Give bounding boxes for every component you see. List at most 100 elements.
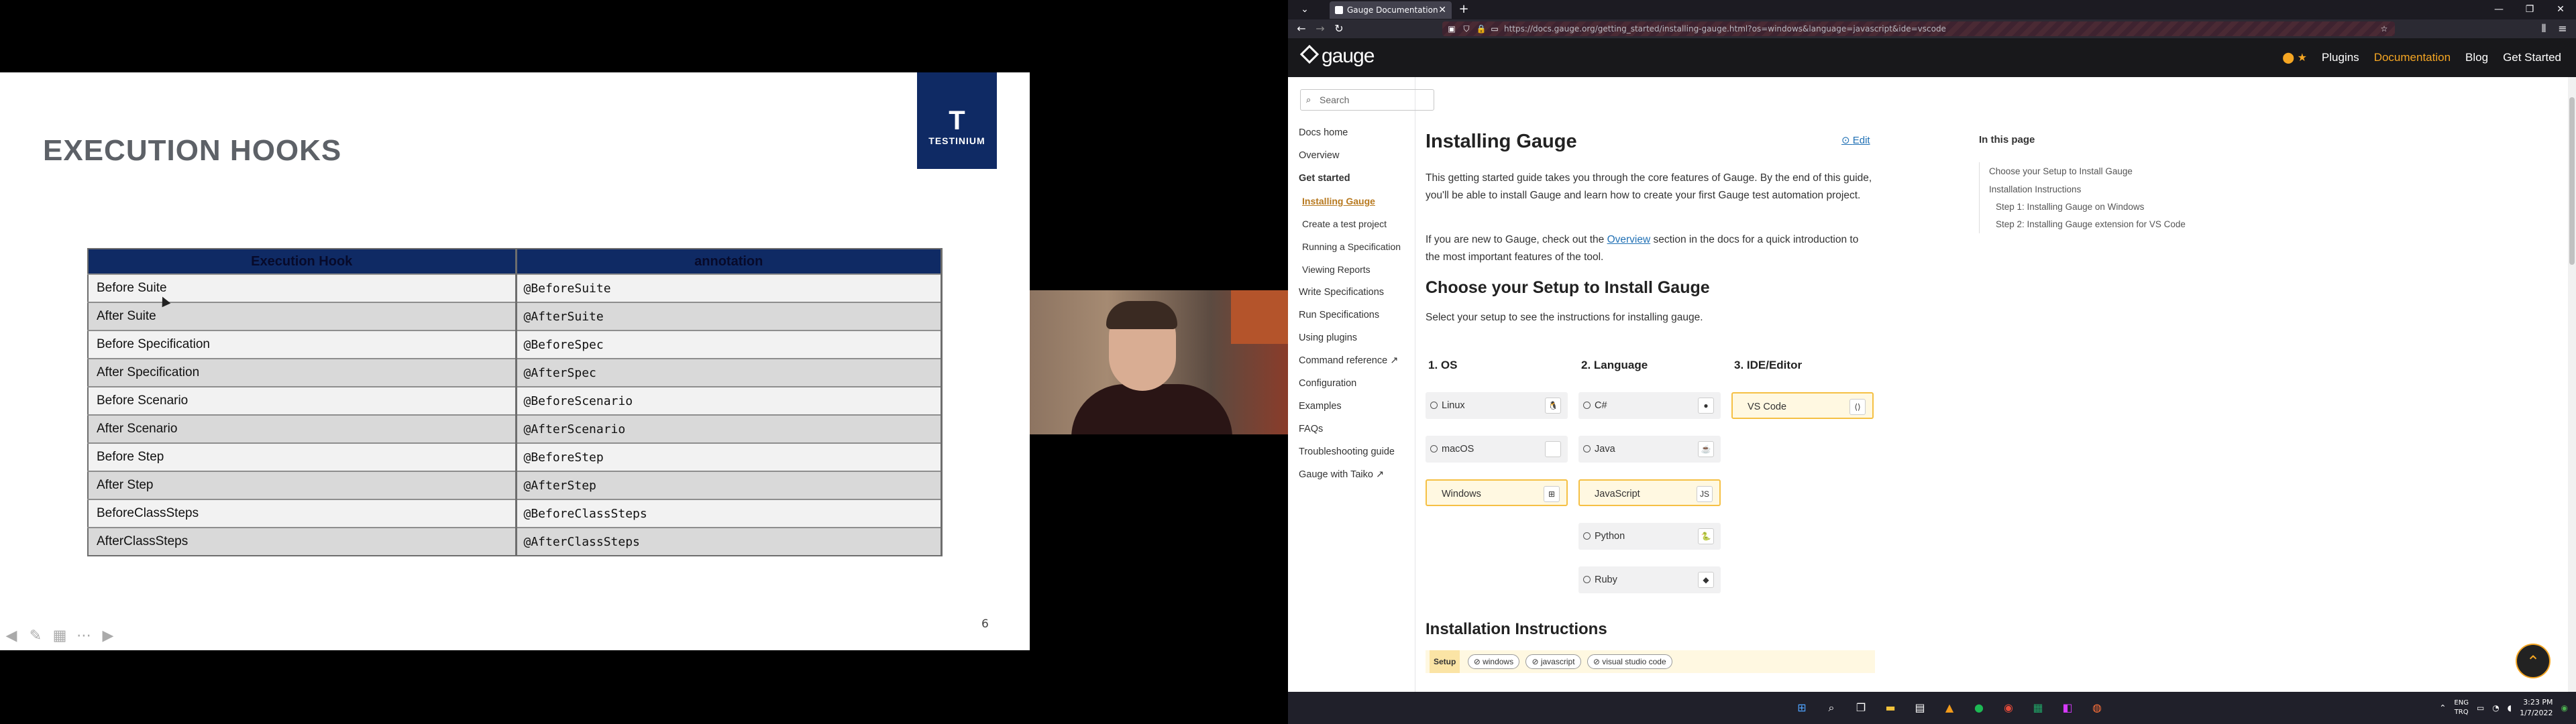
forward-icon[interactable]: →	[1312, 19, 1328, 38]
sidebar-item[interactable]: FAQs	[1299, 418, 1401, 440]
search-input[interactable]: ⌕ Search	[1300, 89, 1434, 111]
library-icon[interactable]: ⫴	[2536, 19, 2552, 38]
permissions-icon[interactable]: ▭	[1489, 23, 1500, 34]
scroll-to-top-button[interactable]: ⌃	[2516, 644, 2551, 678]
gauge-logo[interactable]: gauge	[1299, 44, 1375, 68]
toc-item[interactable]: Choose your Setup to Install Gauge	[1980, 162, 2194, 180]
pen-icon[interactable]: ✎	[27, 627, 44, 645]
start-icon[interactable]: ⊞	[1792, 699, 1811, 717]
option-label: Python	[1595, 531, 1625, 542]
slides-icon[interactable]: ▦	[51, 627, 68, 645]
ide-column-heading: 3. IDE/Editor	[1734, 359, 1803, 371]
tray-chevron-icon[interactable]: ⌃	[2439, 703, 2446, 713]
toc-item[interactable]: Step 1: Installing Gauge on Windows	[1980, 198, 2194, 216]
sidebar-item[interactable]: Configuration	[1299, 372, 1401, 395]
radio-icon[interactable]	[1430, 445, 1438, 452]
store-icon[interactable]: ▤	[1911, 699, 1929, 717]
volume-icon[interactable]: ◖	[2508, 703, 2512, 713]
nav-documentation[interactable]: Documentation	[2374, 51, 2451, 64]
reload-icon[interactable]: ↻	[1331, 19, 1347, 38]
prev-arrow-icon[interactable]: ◀	[3, 627, 20, 645]
intellij-icon[interactable]: ◧	[2058, 699, 2077, 717]
menu-icon[interactable]: ≡	[2555, 19, 2571, 38]
more-icon[interactable]: ⋯	[75, 627, 93, 645]
url-text: https://docs.gauge.org/getting_started/i…	[1504, 24, 1946, 34]
language-indicator[interactable]: ENG TRQ	[2454, 699, 2469, 717]
pocket-icon[interactable]: ▣	[1446, 23, 1457, 34]
setup-option[interactable]: Python 🐍	[1578, 523, 1721, 550]
back-icon[interactable]: ←	[1293, 19, 1309, 38]
sidebar-item[interactable]: Overview	[1299, 144, 1401, 167]
nav-plugins[interactable]: Plugins	[2322, 51, 2359, 64]
setup-option[interactable]: Linux 🐧	[1426, 392, 1568, 419]
radio-icon[interactable]	[1583, 445, 1591, 452]
spotify-icon[interactable]: ●	[1970, 699, 1988, 717]
chrome-icon[interactable]: ◉	[1999, 699, 2018, 717]
hook-name-cell: After Specification	[88, 358, 517, 387]
sidebar-item[interactable]: Installing Gauge	[1299, 190, 1401, 213]
overview-link[interactable]: Overview	[1607, 234, 1651, 245]
tab-close-icon[interactable]: ✕	[1438, 1, 1446, 19]
hook-name-cell: After Scenario	[88, 414, 517, 443]
setup-option[interactable]: VS Code ⟨⟩	[1731, 392, 1874, 419]
tab-list-icon[interactable]: ⌄	[1291, 1, 1318, 17]
toc-item[interactable]: Step 2: Installing Gauge extension for V…	[1980, 216, 2194, 233]
vertical-scrollbar[interactable]	[2568, 77, 2576, 692]
bookmark-star-icon[interactable]: ☆	[2379, 23, 2390, 34]
sidebar-item[interactable]: Troubleshooting guide	[1299, 440, 1401, 463]
toc-heading: In this page	[1979, 134, 2035, 145]
url-bar[interactable]: ▣ ⛉ 🔒 ▭ https://docs.gauge.org/getting_s…	[1442, 21, 2395, 36]
radio-icon[interactable]	[1583, 576, 1591, 583]
github-star-icon[interactable]: ⬤ ★	[2282, 51, 2307, 64]
sidebar-item[interactable]: Docs home	[1299, 121, 1401, 144]
sidebar-item[interactable]: Running a Specification	[1299, 235, 1401, 258]
sidebar-item[interactable]: Examples	[1299, 395, 1401, 418]
nav-blog[interactable]: Blog	[2465, 51, 2488, 64]
installation-heading: Installation Instructions	[1426, 620, 1607, 638]
tab-gauge-docs[interactable]: Gauge Documentation ✕	[1330, 1, 1452, 19]
display-icon[interactable]: ▭	[2477, 703, 2484, 713]
slide-title: EXECUTION HOOKS	[43, 134, 342, 167]
clock[interactable]: 3:23 PM 1/7/2022	[2520, 697, 2553, 719]
setup-option[interactable]: JavaScript JS	[1578, 479, 1721, 506]
table-header-hook: Execution Hook	[88, 249, 517, 274]
minimize-button[interactable]: —	[2483, 0, 2514, 19]
firefox-icon[interactable]: ◍	[2088, 699, 2106, 717]
next-arrow-icon[interactable]: ▶	[99, 627, 117, 645]
task-view-icon[interactable]: ❐	[1851, 699, 1870, 717]
network-icon[interactable]: ◔	[2492, 703, 2499, 713]
nav-get-started[interactable]: Get Started	[2503, 51, 2561, 64]
close-window-button[interactable]: ✕	[2545, 0, 2576, 19]
setup-option[interactable]: Java ☕	[1578, 436, 1721, 463]
notification-icon[interactable]: ◉	[2561, 703, 2568, 713]
toc-list: Choose your Setup to Install Gauge Instal…	[1979, 162, 2194, 233]
site-header: gauge ⬤ ★ Plugins Documentation Blog Get…	[1288, 38, 2576, 77]
setup-option[interactable]: Windows ⊞	[1426, 479, 1568, 506]
chip-windows: ⊘ windows	[1467, 654, 1520, 669]
sidebar-item[interactable]: Create a test project	[1299, 213, 1401, 235]
sidebar-item[interactable]: Using plugins	[1299, 326, 1401, 349]
sidebar-item[interactable]: Gauge with Taiko ↗	[1299, 463, 1401, 486]
setup-option[interactable]: macOS	[1426, 436, 1568, 463]
gauge-favicon-icon	[1335, 6, 1343, 14]
toc-item[interactable]: Installation Instructions	[1980, 180, 2194, 198]
sidebar-item[interactable]: Write Specifications	[1299, 281, 1401, 304]
setup-option[interactable]: Ruby ◆	[1578, 566, 1721, 593]
file-explorer-icon[interactable]: ▬	[1881, 699, 1900, 717]
taskbar-search-icon[interactable]: ⌕	[1822, 699, 1841, 717]
sidebar-item[interactable]: Run Specifications	[1299, 304, 1401, 326]
radio-icon[interactable]	[1583, 532, 1591, 540]
new-tab-button[interactable]: +	[1456, 1, 1472, 17]
maximize-button[interactable]: ❐	[2514, 0, 2545, 19]
setup-option[interactable]: C# ●	[1578, 392, 1721, 419]
webcam-video	[1030, 290, 1288, 434]
sidebar-item[interactable]: Command reference ↗	[1299, 349, 1401, 372]
vlc-icon[interactable]: ▲	[1940, 699, 1959, 717]
edit-link[interactable]: ⊙ Edit	[1841, 134, 1870, 146]
excel-icon[interactable]: ▦	[2029, 699, 2047, 717]
shield-icon[interactable]: ⛉	[1461, 23, 1472, 34]
radio-icon[interactable]	[1583, 402, 1591, 409]
sidebar-item[interactable]: Get started	[1299, 167, 1401, 190]
radio-icon[interactable]	[1430, 402, 1438, 409]
sidebar-item[interactable]: Viewing Reports	[1299, 258, 1401, 281]
